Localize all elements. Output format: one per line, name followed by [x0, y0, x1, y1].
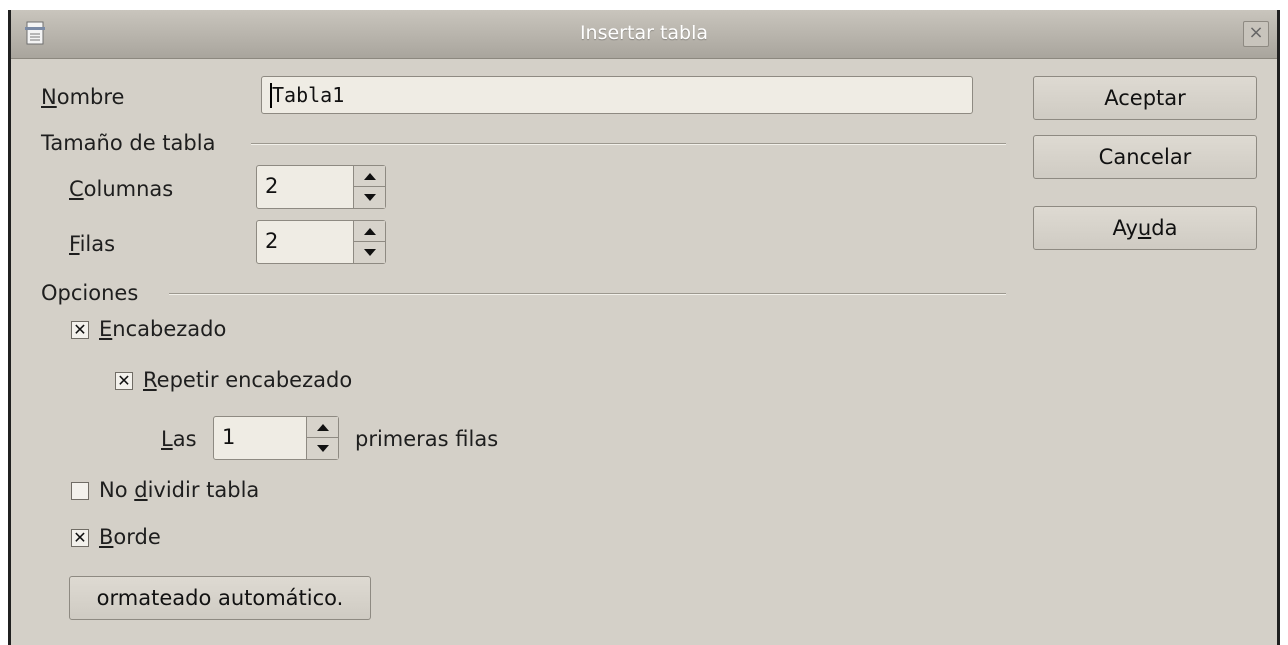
arrow-down-icon	[316, 445, 329, 452]
no-split-checkbox[interactable]	[71, 482, 89, 500]
options-separator	[169, 293, 1006, 295]
border-checkbox[interactable]: ✕	[71, 529, 89, 547]
rows-decrement-button[interactable]	[354, 242, 385, 263]
dialog-title: Insertar tabla	[579, 22, 709, 44]
ok-button[interactable]: Aceptar	[1033, 76, 1257, 120]
arrow-down-icon	[363, 194, 376, 201]
arrow-up-icon	[363, 227, 376, 235]
rows-value: 2	[265, 229, 279, 253]
columns-spinbox[interactable]: 2	[256, 165, 386, 209]
heading-label: Encabezado	[99, 317, 227, 341]
columns-increment-button[interactable]	[354, 166, 385, 187]
table-size-separator	[251, 143, 1006, 145]
title-bar[interactable]: Insertar tabla ×	[11, 10, 1277, 59]
rows-label: Filas	[69, 232, 116, 256]
help-button[interactable]: Ayuda	[1033, 206, 1257, 250]
close-button[interactable]: ×	[1243, 21, 1269, 47]
first-rows-spin-buttons	[306, 417, 338, 459]
first-rows-prefix: Las	[161, 427, 197, 451]
repeat-heading-checkbox[interactable]: ✕	[115, 372, 133, 390]
arrow-up-icon	[363, 172, 376, 180]
arrow-up-icon	[316, 423, 329, 431]
text-caret	[270, 83, 272, 108]
rows-increment-button[interactable]	[354, 221, 385, 242]
repeat-heading-label: Repetir encabezado	[143, 368, 353, 392]
columns-label: Columnas	[69, 177, 174, 201]
first-rows-decrement-button[interactable]	[307, 438, 338, 459]
name-input-value: Tabla1	[272, 83, 345, 107]
columns-spin-buttons	[353, 166, 385, 208]
heading-checkbox[interactable]: ✕	[71, 321, 89, 339]
cancel-button[interactable]: Cancelar	[1033, 135, 1257, 179]
options-heading: Opciones	[41, 281, 139, 305]
columns-value: 2	[265, 174, 279, 198]
first-rows-suffix: primeras filas	[355, 427, 499, 451]
first-rows-spinbox[interactable]: 1	[213, 416, 339, 460]
rows-spinbox[interactable]: 2	[256, 220, 386, 264]
table-size-heading: Tamaño de tabla	[41, 131, 216, 155]
autoformat-button[interactable]: ormateado automático.	[69, 576, 371, 620]
first-rows-increment-button[interactable]	[307, 417, 338, 438]
insert-table-dialog: Insertar tabla × Nombre Tabla1 Tamaño de…	[8, 10, 1280, 645]
no-split-label: No dividir tabla	[99, 478, 260, 502]
name-input[interactable]: Tabla1	[261, 76, 973, 114]
name-label: Nombre	[41, 85, 125, 109]
columns-decrement-button[interactable]	[354, 187, 385, 208]
first-rows-value: 1	[222, 425, 236, 449]
rows-spin-buttons	[353, 221, 385, 263]
arrow-down-icon	[363, 249, 376, 256]
border-label: Borde	[99, 525, 161, 549]
